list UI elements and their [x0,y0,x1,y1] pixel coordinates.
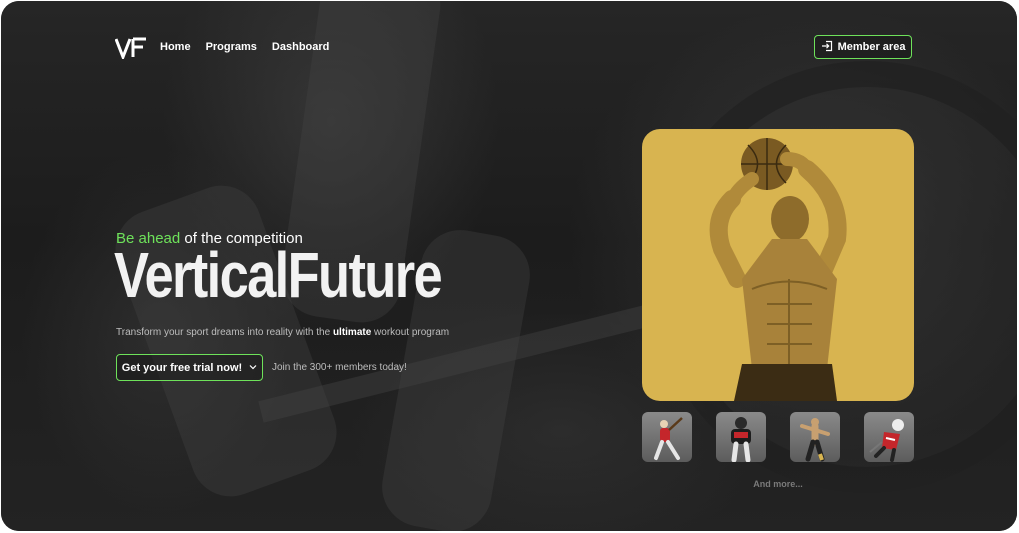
subtitle-after: workout program [371,327,450,338]
subtitle-bold: ultimate [332,327,372,338]
feature-image-basketball [642,129,914,401]
nav-programs[interactable]: Programs [206,41,257,53]
main-nav: Home Programs Dashboard [160,41,329,53]
join-members-text: Join the 300+ members today! [272,362,407,373]
login-icon [821,40,833,55]
thumbnail-baseball[interactable] [642,412,692,462]
nav-home[interactable]: Home [160,41,191,53]
free-trial-button[interactable]: Get your free trial now! [116,354,263,381]
page-frame: Home Programs Dashboard Member area Be a… [1,1,1017,531]
fighter-icon [800,418,830,462]
thumbnail-hockey[interactable] [864,412,914,462]
free-trial-label: Get your free trial now! [121,361,243,374]
basketball-player-illustration [709,138,847,401]
hero-title: VerticalFuture [114,239,443,311]
member-area-label: Member area [837,41,906,53]
thumbnail-football[interactable] [716,412,766,462]
hero-subtitle: Transform your sport dreams into reality… [116,327,449,338]
chevron-down-icon [249,362,257,372]
vf-logo[interactable] [114,37,147,62]
baseball-player-icon [654,417,683,460]
thumbnail-fighter[interactable] [790,412,840,462]
member-area-button[interactable]: Member area [814,35,912,59]
football-player-icon [731,417,751,462]
subtitle-before: Transform your sport dreams into reality… [116,327,333,338]
sport-thumbnails [642,412,914,462]
and-more-label: And more... [753,479,803,489]
hockey-player-icon [869,419,904,462]
nav-dashboard[interactable]: Dashboard [272,41,329,53]
